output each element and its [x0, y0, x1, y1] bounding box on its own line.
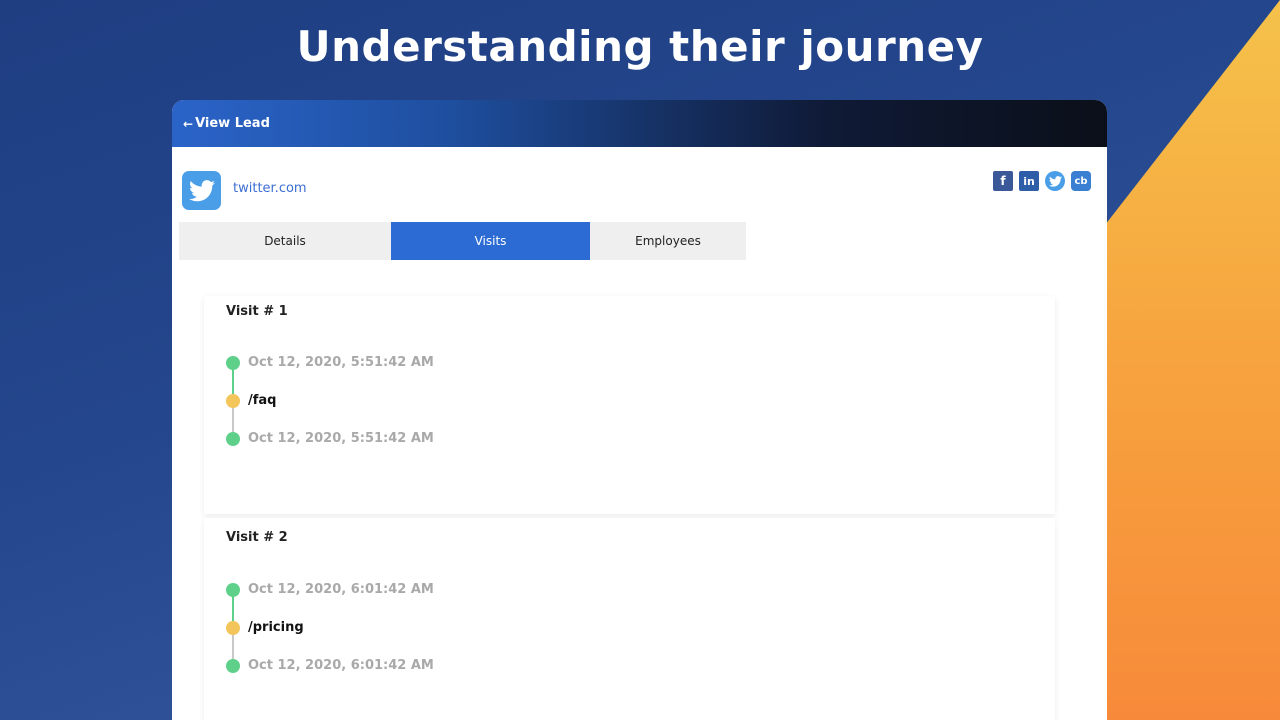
visit-card: Visit # 2 Oct 12, 2020, 6:01:42 AM /pric…: [204, 518, 1055, 720]
visit-title: Visit # 2: [226, 530, 288, 545]
visit-start-time: Oct 12, 2020, 6:01:42 AM: [248, 582, 434, 597]
visited-page: /pricing: [248, 620, 304, 635]
slide-title: Understanding their journey: [296, 22, 984, 71]
app-window: ← View Lead twitter.com f in cb Details …: [172, 100, 1107, 720]
tab-details[interactable]: Details: [179, 222, 391, 260]
visit-start-dot: [226, 583, 240, 597]
visit-end-dot: [226, 659, 240, 673]
visit-end-time: Oct 12, 2020, 5:51:42 AM: [248, 431, 434, 446]
tab-employees[interactable]: Employees: [590, 222, 746, 260]
visit-start-time: Oct 12, 2020, 5:51:42 AM: [248, 355, 434, 370]
page-view-dot: [226, 394, 240, 408]
facebook-icon[interactable]: f: [993, 171, 1013, 191]
visit-card: Visit # 1 Oct 12, 2020, 5:51:42 AM /faq …: [204, 296, 1055, 514]
company-info: twitter.com f in cb: [172, 147, 1107, 222]
visit-end-time: Oct 12, 2020, 6:01:42 AM: [248, 658, 434, 673]
visit-start-dot: [226, 356, 240, 370]
back-link-label: View Lead: [195, 116, 270, 131]
back-arrow-icon: ←: [183, 116, 194, 131]
app-header: ← View Lead: [172, 100, 1107, 147]
social-links: f in cb: [993, 171, 1091, 191]
linkedin-icon[interactable]: in: [1019, 171, 1039, 191]
visit-title: Visit # 1: [226, 304, 288, 319]
crunchbase-icon[interactable]: cb: [1071, 171, 1091, 191]
visited-page: /faq: [248, 393, 277, 408]
page-view-dot: [226, 621, 240, 635]
twitter-icon[interactable]: [1045, 171, 1065, 191]
visit-end-dot: [226, 432, 240, 446]
company-domain-link[interactable]: twitter.com: [233, 181, 307, 196]
lead-tabs: Details Visits Employees: [179, 222, 746, 260]
twitter-logo-icon: [182, 171, 221, 210]
view-lead-back-link[interactable]: ← View Lead: [183, 116, 270, 131]
tab-visits[interactable]: Visits: [391, 222, 590, 260]
